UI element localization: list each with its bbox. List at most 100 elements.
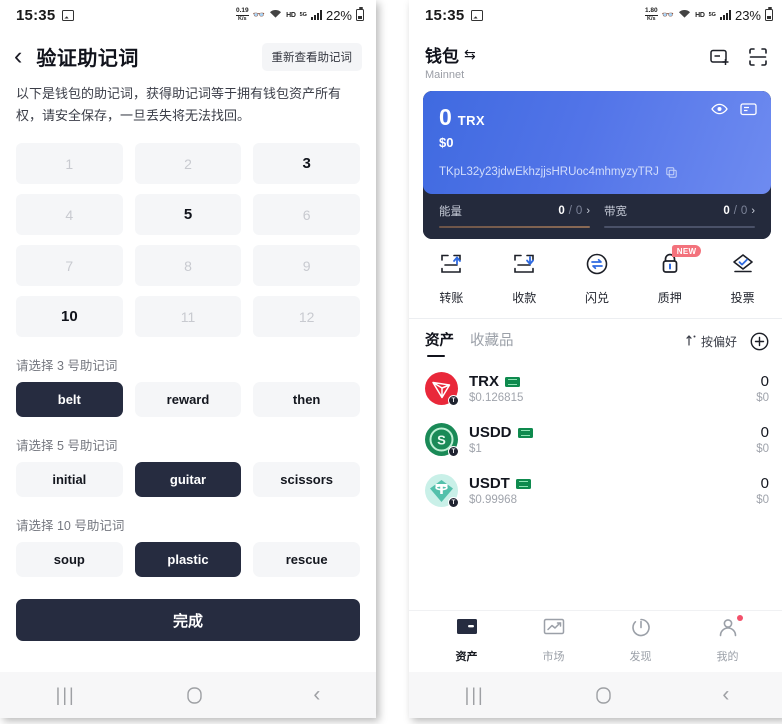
tab-collectibles[interactable]: 收藏品 [470,329,514,357]
action-vote[interactable]: 投票 [706,251,779,306]
balance-card-icons [711,102,757,121]
token-balance-group: 0 $0 [756,424,769,455]
mnemonic-number-cell[interactable]: 3 [253,143,360,184]
mnemonic-number-cell[interactable]: 9 [253,245,360,286]
recents-button[interactable]: ||| [465,685,485,706]
token-fiat: $0 [756,443,769,455]
token-row[interactable]: S T USDD $1 0 $0 [425,414,769,465]
mnemonic-number-cell[interactable]: 2 [134,143,242,184]
home-button[interactable] [187,686,202,704]
tab-assets[interactable]: 资产 [425,329,454,357]
left-android-nav-bar: ||| ‹ [0,672,376,718]
scan-qr-icon[interactable] [747,46,769,68]
mnemonic-number-cell[interactable]: 5 [134,194,242,235]
hd-icon: HD [286,11,296,19]
plus-circle-icon[interactable] [750,332,769,351]
word-option[interactable]: scissors [253,462,360,497]
action-transfer[interactable]: 转账 [415,251,488,306]
resource-separator: / [568,205,572,217]
right-status-bar: 15:35 1.80 K/s 👓 HD 5G 23% [409,0,782,30]
action-receive[interactable]: 收款 [488,251,561,306]
receive-icon [511,251,537,282]
word-option[interactable]: soup [16,542,123,577]
word-options-row-3: belt reward then [0,382,376,417]
wifi-icon [269,8,282,22]
mnemonic-number-cell[interactable]: 10 [16,296,123,337]
wallet-card-icon[interactable] [740,102,757,121]
data-rate-unit: K/s [645,14,658,23]
resource-energy[interactable]: 能量 0 / 0 › [439,203,590,228]
bottom-nav-discover[interactable]: 发现 [597,617,684,664]
mnemonic-number-cell[interactable]: 4 [16,194,123,235]
screenshot-root: 15:35 0.19 K/s 👓 HD 5G 22% ‹ 验证助记词 重新查看助… [0,0,782,724]
selection-label-10: 请选择 10 号助记词 [16,519,125,533]
resource-top: 能量 0 / 0 › [439,203,590,219]
resource-bandwidth[interactable]: 带宽 0 / 0 › [604,203,755,228]
chain-badge-icon: T [448,497,459,508]
network-label: Mainnet [425,69,465,81]
signal-icon [310,10,322,20]
action-swap[interactable]: 闪兑 [561,251,634,306]
action-label: 质押 [657,291,682,305]
token-price: $0.99968 [469,494,517,506]
word-option[interactable]: rescue [253,542,360,577]
back-button[interactable]: ‹ [722,683,729,707]
mnemonic-number-cell[interactable]: 6 [253,194,360,235]
money-flag-icon [515,478,531,489]
bottom-nav-market[interactable]: 市场 [510,617,597,664]
word-option[interactable]: initial [16,462,123,497]
mnemonic-number-cell[interactable]: 11 [134,296,242,337]
bottom-nav-profile[interactable]: 我的 [684,615,771,664]
left-phone-screen: 15:35 0.19 K/s 👓 HD 5G 22% ‹ 验证助记词 重新查看助… [0,0,376,718]
vpn-glasses-icon: 👓 [252,9,266,21]
token-info: USDT $0.99968 [469,475,531,506]
wallet-name: 钱包 [425,47,459,66]
word-option[interactable]: reward [134,382,242,417]
token-row[interactable]: T USDT $0.99968 0 $0 [425,465,769,516]
sort-button[interactable]: 按偏好 [686,333,737,350]
reshow-mnemonic-button[interactable]: 重新查看助记词 [261,42,362,71]
token-info: USDD $1 [469,424,533,455]
assets-tab-bar: 资产 收藏品 按偏好 [409,319,782,357]
trx-logo-icon: T [425,372,459,406]
swap-icon [584,251,610,282]
mnemonic-description: 以下是钱包的助记词，获得助记词等于拥有钱包资产所有权，请安全保存，一旦丢失将无法… [16,86,342,123]
usdt-logo-icon: T [425,474,459,508]
bottom-nav-assets[interactable]: 资产 [423,617,510,664]
selection-label-5: 请选择 5 号助记词 [16,439,118,453]
bottom-navigation: 资产 市场 发现 我的 [409,610,782,670]
mnemonic-number-cell[interactable]: 12 [253,296,360,337]
eye-icon[interactable] [711,102,728,121]
word-options-row-10: soup plastic rescue [0,542,376,577]
wallet-header: 钱包 ⇆ Mainnet [409,30,782,87]
token-name-row: USDD [469,424,533,441]
recents-button[interactable]: ||| [56,685,76,706]
home-button[interactable] [596,686,611,704]
back-button[interactable]: ‹ [313,683,320,707]
wallet-name-row[interactable]: 钱包 ⇆ [425,42,476,67]
word-option[interactable]: plastic [134,542,242,577]
mnemonic-number-cell[interactable]: 7 [16,245,123,286]
copy-icon[interactable] [666,166,677,178]
wallet-address-row[interactable]: TKpL32y23jdwEkhzjjsHRUoc4mhmyzyTRJ [439,166,755,178]
profile-icon [716,617,740,643]
balance-section: 0 TRX $0 TKpL32y23jdwEkhzjjsHRUoc4mhmyzy… [423,91,771,239]
token-row[interactable]: T TRX $0.126815 0 $0 [425,363,769,414]
word-option[interactable]: then [253,382,360,417]
finish-button[interactable]: 完成 [16,599,360,641]
mnemonic-number-cell[interactable]: 8 [134,245,242,286]
money-flag-icon [505,376,520,387]
wallet-titles: 钱包 ⇆ Mainnet [425,42,476,81]
switch-wallet-icon[interactable]: ⇆ [464,46,476,63]
mnemonic-number-cell[interactable]: 1 [16,143,123,184]
chain-badge-icon: T [448,395,459,406]
add-wallet-icon[interactable] [709,46,731,68]
action-stake[interactable]: NEW 质押 [633,245,706,306]
right-android-nav-bar: ||| ‹ [409,672,782,718]
action-label: 转账 [439,291,464,305]
sort-icon [686,334,697,349]
new-badge: NEW [671,245,702,257]
word-option[interactable]: belt [16,382,123,417]
word-option[interactable]: guitar [134,462,242,497]
back-chevron-icon[interactable]: ‹ [14,44,22,69]
